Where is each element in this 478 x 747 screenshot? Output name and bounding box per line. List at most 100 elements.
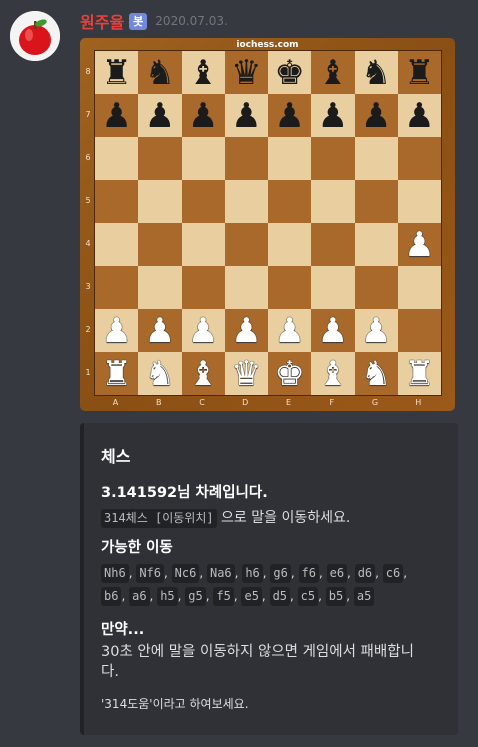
square-h8[interactable]: ♜ (397, 51, 441, 94)
white-bishop-icon[interactable]: ♝ (188, 357, 218, 391)
square-e1[interactable]: ♚ (268, 352, 312, 395)
square-d8[interactable]: ♛ (224, 51, 268, 94)
square-e4[interactable] (268, 223, 312, 266)
white-pawn-icon[interactable]: ♟ (188, 314, 218, 348)
square-a4[interactable] (95, 223, 139, 266)
white-bishop-icon[interactable]: ♝ (318, 357, 348, 391)
square-f8[interactable]: ♝ (311, 51, 355, 94)
square-a3[interactable] (95, 266, 139, 309)
white-rook-icon[interactable]: ♜ (101, 357, 131, 391)
square-g8[interactable]: ♞ (354, 51, 398, 94)
square-h7[interactable]: ♟ (397, 94, 441, 137)
square-c3[interactable] (181, 266, 225, 309)
square-g4[interactable] (354, 223, 398, 266)
square-a5[interactable] (95, 180, 139, 223)
square-b7[interactable]: ♟ (138, 94, 182, 137)
white-pawn-icon[interactable]: ♟ (274, 314, 304, 348)
username[interactable]: 원주율 (80, 9, 124, 33)
square-b2[interactable]: ♟ (138, 309, 182, 352)
square-f7[interactable]: ♟ (311, 94, 355, 137)
chess-board-image[interactable]: iochess.com ♜ ♞ ♝ ♛ ♚ ♝ ♞ ♜ ♟ ♟ ♟ ♟ ♟ ♟ ♟ ♟ ♟ ♟ ♟ ♟ ♟ ♟ ♟ ♟ ♜ ♞ ♝ ♛… (80, 38, 455, 411)
white-pawn-icon[interactable]: ♟ (101, 314, 131, 348)
square-f1[interactable]: ♝ (311, 352, 355, 395)
white-pawn-icon[interactable]: ♟ (318, 314, 348, 348)
move-code: e5 (241, 587, 262, 606)
square-f3[interactable] (311, 266, 355, 309)
square-e5[interactable] (268, 180, 312, 223)
square-a8[interactable]: ♜ (95, 51, 139, 94)
square-c7[interactable]: ♟ (181, 94, 225, 137)
square-f6[interactable] (311, 137, 355, 180)
white-rook-icon[interactable]: ♜ (404, 357, 434, 391)
square-g3[interactable] (354, 266, 398, 309)
square-b4[interactable] (138, 223, 182, 266)
square-h2[interactable] (397, 309, 441, 352)
square-e8[interactable]: ♚ (268, 51, 312, 94)
black-king-icon[interactable]: ♚ (274, 56, 304, 90)
square-d3[interactable] (224, 266, 268, 309)
square-c8[interactable]: ♝ (181, 51, 225, 94)
square-a6[interactable] (95, 137, 139, 180)
black-knight-icon[interactable]: ♞ (145, 56, 175, 90)
square-f2[interactable]: ♟ (311, 309, 355, 352)
square-a2[interactable]: ♟ (95, 309, 139, 352)
square-f5[interactable] (311, 180, 355, 223)
square-b8[interactable]: ♞ (138, 51, 182, 94)
black-pawn-icon[interactable]: ♟ (361, 99, 391, 133)
square-d5[interactable] (224, 180, 268, 223)
square-c1[interactable]: ♝ (181, 352, 225, 395)
square-c4[interactable] (181, 223, 225, 266)
avatar[interactable] (10, 11, 60, 61)
square-a7[interactable]: ♟ (95, 94, 139, 137)
square-d6[interactable] (224, 137, 268, 180)
white-king-icon[interactable]: ♚ (274, 357, 304, 391)
square-g7[interactable]: ♟ (354, 94, 398, 137)
white-pawn-icon[interactable]: ♟ (404, 228, 434, 262)
square-e6[interactable] (268, 137, 312, 180)
black-pawn-icon[interactable]: ♟ (101, 99, 131, 133)
white-queen-icon[interactable]: ♛ (231, 357, 261, 391)
square-g5[interactable] (354, 180, 398, 223)
square-c5[interactable] (181, 180, 225, 223)
black-pawn-icon[interactable]: ♟ (274, 99, 304, 133)
square-g1[interactable]: ♞ (354, 352, 398, 395)
square-d7[interactable]: ♟ (224, 94, 268, 137)
black-knight-icon[interactable]: ♞ (361, 56, 391, 90)
square-d1[interactable]: ♛ (224, 352, 268, 395)
white-pawn-icon[interactable]: ♟ (231, 314, 261, 348)
square-b1[interactable]: ♞ (138, 352, 182, 395)
black-pawn-icon[interactable]: ♟ (188, 99, 218, 133)
square-c2[interactable]: ♟ (181, 309, 225, 352)
square-f4[interactable] (311, 223, 355, 266)
black-pawn-icon[interactable]: ♟ (231, 99, 261, 133)
black-pawn-icon[interactable]: ♟ (145, 99, 175, 133)
black-bishop-icon[interactable]: ♝ (188, 56, 218, 90)
black-bishop-icon[interactable]: ♝ (318, 56, 348, 90)
black-pawn-icon[interactable]: ♟ (404, 99, 434, 133)
square-e2[interactable]: ♟ (268, 309, 312, 352)
black-rook-icon[interactable]: ♜ (404, 56, 434, 90)
square-b5[interactable] (138, 180, 182, 223)
square-h5[interactable] (397, 180, 441, 223)
square-b3[interactable] (138, 266, 182, 309)
square-d4[interactable] (224, 223, 268, 266)
white-knight-icon[interactable]: ♞ (145, 357, 175, 391)
white-pawn-icon[interactable]: ♟ (145, 314, 175, 348)
square-a1[interactable]: ♜ (95, 352, 139, 395)
square-d2[interactable]: ♟ (224, 309, 268, 352)
black-pawn-icon[interactable]: ♟ (318, 99, 348, 133)
black-rook-icon[interactable]: ♜ (101, 56, 131, 90)
square-e7[interactable]: ♟ (268, 94, 312, 137)
square-h6[interactable] (397, 137, 441, 180)
square-e3[interactable] (268, 266, 312, 309)
white-knight-icon[interactable]: ♞ (361, 357, 391, 391)
square-c6[interactable] (181, 137, 225, 180)
square-b6[interactable] (138, 137, 182, 180)
square-g6[interactable] (354, 137, 398, 180)
square-h3[interactable] (397, 266, 441, 309)
white-pawn-icon[interactable]: ♟ (361, 314, 391, 348)
square-h1[interactable]: ♜ (397, 352, 441, 395)
black-queen-icon[interactable]: ♛ (231, 56, 261, 90)
square-g2[interactable]: ♟ (354, 309, 398, 352)
square-h4[interactable]: ♟ (397, 223, 441, 266)
